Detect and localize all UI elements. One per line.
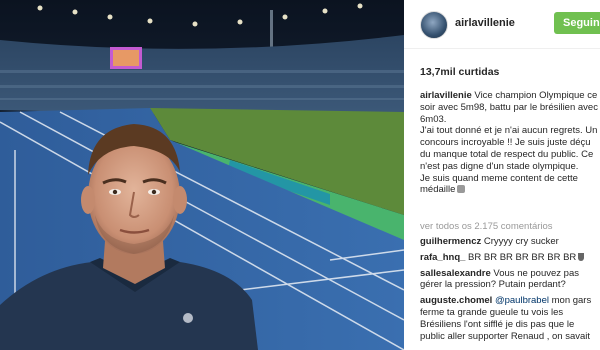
comment: rafa_hnq_ BR BR BR BR BR BR BR xyxy=(420,252,598,264)
caption-line-3: Je suis quand meme content de cette méda… xyxy=(420,173,598,197)
comment-text: Cryyyy cry sucker xyxy=(481,236,559,247)
post-sidebar: airlavillenie Seguindo 13,7mil curtidas … xyxy=(404,0,600,350)
user-avatar[interactable] xyxy=(420,11,448,39)
comment-username[interactable]: auguste.chomel xyxy=(420,295,492,306)
caption-text-3: Je suis quand meme content de cette méda… xyxy=(420,172,578,196)
post-caption: airlavillenie Vice champion Olympique ce… xyxy=(420,90,598,196)
comment-username[interactable]: sallesalexandre xyxy=(420,268,491,279)
comment-mention[interactable]: @paulbrabel xyxy=(492,295,549,306)
post-username[interactable]: airlavillenie xyxy=(455,17,515,29)
trophy-icon xyxy=(578,252,585,261)
comment: sallesalexandre Vous ne pouvez pas gérer… xyxy=(420,268,598,292)
caption-line-1: airlavillenie Vice champion Olympique ce… xyxy=(420,90,598,125)
comment: guilhermencz Cryyyy cry sucker xyxy=(420,236,598,248)
caption-line-2: J'ai tout donné et je n'ai aucun regrets… xyxy=(420,125,598,172)
comment-username[interactable]: guilhermencz xyxy=(420,236,481,247)
comment-text: BR BR BR BR BR BR BR xyxy=(465,251,577,263)
view-all-comments-link[interactable]: ver todos os 2.175 comentários xyxy=(420,221,553,232)
comment: auguste.chomel @paulbrabel mon gars ferm… xyxy=(420,295,598,342)
following-button[interactable]: Seguindo xyxy=(554,12,600,34)
post-photo xyxy=(0,0,404,350)
caption-username[interactable]: airlavillenie xyxy=(420,90,472,101)
stadium-selfie-image xyxy=(0,0,404,350)
likes-count[interactable]: 13,7mil curtidas xyxy=(420,66,499,78)
post-header: airlavillenie Seguindo xyxy=(404,0,600,49)
comment-username[interactable]: rafa_hnq_ xyxy=(420,252,465,263)
emoji-icon xyxy=(457,185,466,194)
comments-list: guilhermencz Cryyyy cry sucker rafa_hnq_… xyxy=(420,236,598,346)
